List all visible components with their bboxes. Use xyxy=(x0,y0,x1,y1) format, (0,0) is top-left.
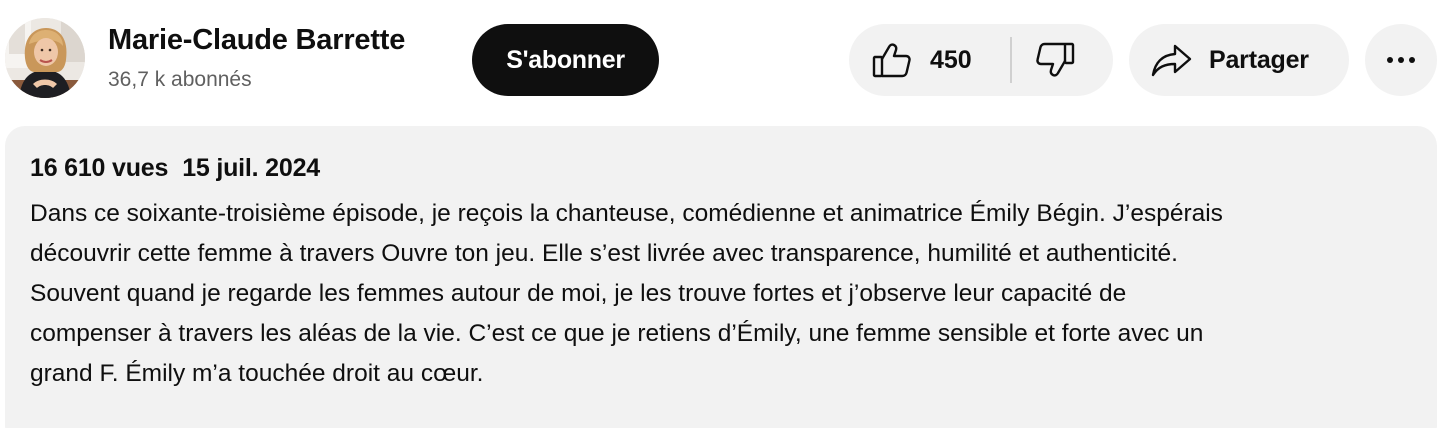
dislike-button[interactable] xyxy=(1012,24,1098,96)
share-label: Partager xyxy=(1209,45,1309,74)
description-line: grand F. Émily m’a touchée droit au cœur… xyxy=(30,360,484,387)
more-actions-button[interactable] xyxy=(1365,24,1437,96)
thumbs-up-icon xyxy=(872,42,912,78)
description-line: Souvent quand je regarde les femmes auto… xyxy=(30,280,1127,307)
like-count: 450 xyxy=(930,45,972,74)
like-dislike-group: 450 xyxy=(849,24,1113,96)
description-line: Dans ce soixante-troisième épisode, je r… xyxy=(30,200,1223,227)
video-description[interactable]: 16 610 vues 15 juil. 2024 Dans ce soixant… xyxy=(5,126,1437,428)
subscribe-button[interactable]: S'abonner xyxy=(472,24,659,96)
subscriber-count: 36,7 k abonnés xyxy=(108,68,252,91)
description-line: compenser à travers les aléas de la vie.… xyxy=(30,320,1204,347)
channel-avatar[interactable] xyxy=(5,18,85,98)
more-horizontal-icon xyxy=(1385,57,1418,63)
description-text: Dans ce soixante-troisième épisode, je r… xyxy=(30,194,1420,394)
description-meta: 16 610 vues 15 juil. 2024 xyxy=(30,154,320,183)
video-info-panel: Marie-Claude Barrette 36,7 k abonnés S'a… xyxy=(0,0,1448,428)
channel-name[interactable]: Marie-Claude Barrette xyxy=(108,24,405,57)
upload-date: 15 juil. 2024 xyxy=(182,154,320,182)
view-count: 16 610 vues xyxy=(30,154,169,182)
channel-avatar-portrait xyxy=(5,18,85,98)
description-line: découvrir cette femme à travers Ouvre to… xyxy=(30,240,1178,267)
thumbs-down-icon xyxy=(1035,42,1075,78)
share-arrow-icon xyxy=(1151,42,1193,78)
like-button[interactable]: 450 xyxy=(849,24,990,96)
share-button[interactable]: Partager xyxy=(1129,24,1349,96)
